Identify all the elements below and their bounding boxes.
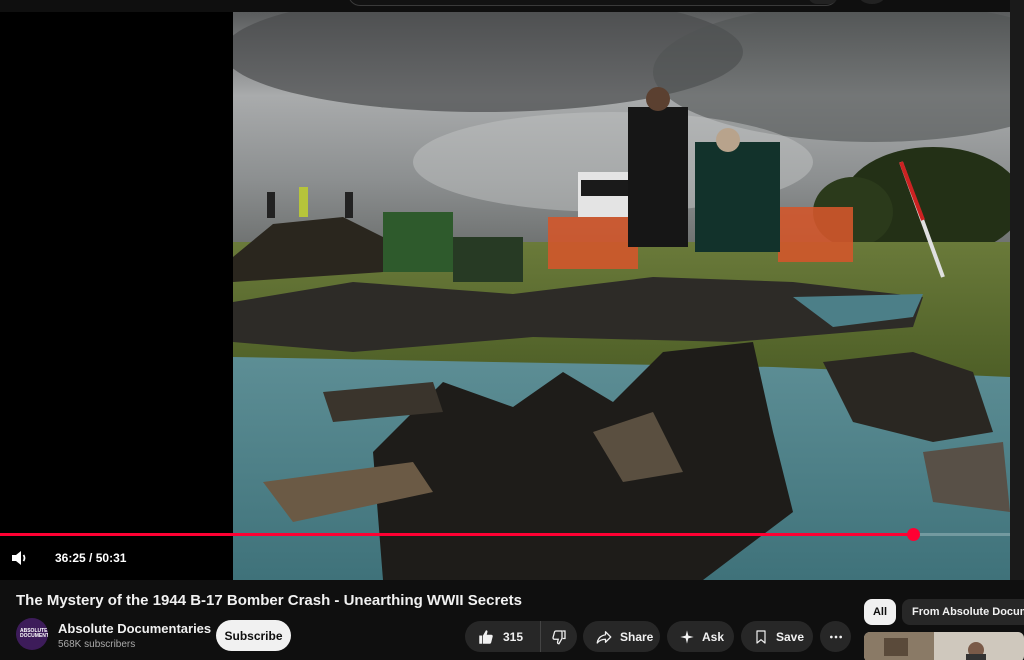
search-box[interactable] — [348, 0, 838, 6]
filter-chip-from-channel[interactable]: From Absolute Docume — [902, 599, 1024, 625]
channel-avatar-logo-text: ABSOLUTE DOCUMENTARIES — [20, 628, 48, 639]
bookmark-icon — [756, 629, 766, 644]
time-display: 36:25 / 50:31 — [55, 551, 126, 565]
recommended-video-thumbnail[interactable] — [864, 632, 1024, 660]
thumbs-down-icon — [552, 629, 566, 644]
thumbs-up-icon — [479, 629, 493, 644]
ask-button[interactable]: Ask — [667, 621, 734, 652]
volume-icon — [12, 551, 26, 565]
time-separator: / — [89, 551, 93, 565]
top-bar — [0, 0, 1024, 12]
progress-scrubber-handle[interactable] — [907, 528, 921, 541]
more-actions-button[interactable] — [820, 621, 851, 652]
video-title: The Mystery of the 1944 B-17 Bomber Cras… — [16, 592, 522, 609]
subscriber-count: 568K subscribers — [58, 639, 136, 650]
thumbnail-image — [864, 632, 1024, 660]
progress-bar[interactable] — [0, 528, 1010, 541]
share-button[interactable]: Share — [583, 621, 660, 652]
save-button[interactable]: Save — [741, 621, 813, 652]
more-horizontal-icon — [829, 635, 842, 638]
channel-avatar[interactable]: ABSOLUTE DOCUMENTARIES — [16, 618, 48, 650]
player-controls: 36:25 / 50:31 — [0, 542, 1010, 576]
sparkle-icon — [680, 629, 694, 644]
share-icon — [596, 630, 612, 644]
video-player[interactable]: 36:25 / 50:31 — [0, 12, 1010, 580]
like-dislike-group: 315 — [465, 621, 577, 652]
video-frame[interactable] — [233, 12, 1010, 580]
ask-label: Ask — [702, 629, 725, 644]
voice-search-button[interactable] — [858, 0, 886, 4]
like-button[interactable]: 315 — [465, 621, 541, 652]
save-label: Save — [776, 629, 805, 644]
progress-played — [0, 533, 914, 536]
subscribe-button[interactable]: Subscribe — [216, 620, 291, 651]
filter-chip-all[interactable]: All — [864, 599, 896, 625]
page-scroll-edge — [1010, 0, 1024, 580]
volume-button[interactable] — [8, 546, 32, 570]
current-time: 36:25 — [55, 551, 86, 565]
video-frame-image — [233, 12, 1010, 580]
like-count: 315 — [503, 629, 524, 644]
duration: 50:31 — [95, 551, 127, 565]
share-label: Share — [620, 629, 654, 644]
channel-name[interactable]: Absolute Documentaries — [58, 621, 211, 636]
dislike-button[interactable] — [541, 621, 577, 652]
